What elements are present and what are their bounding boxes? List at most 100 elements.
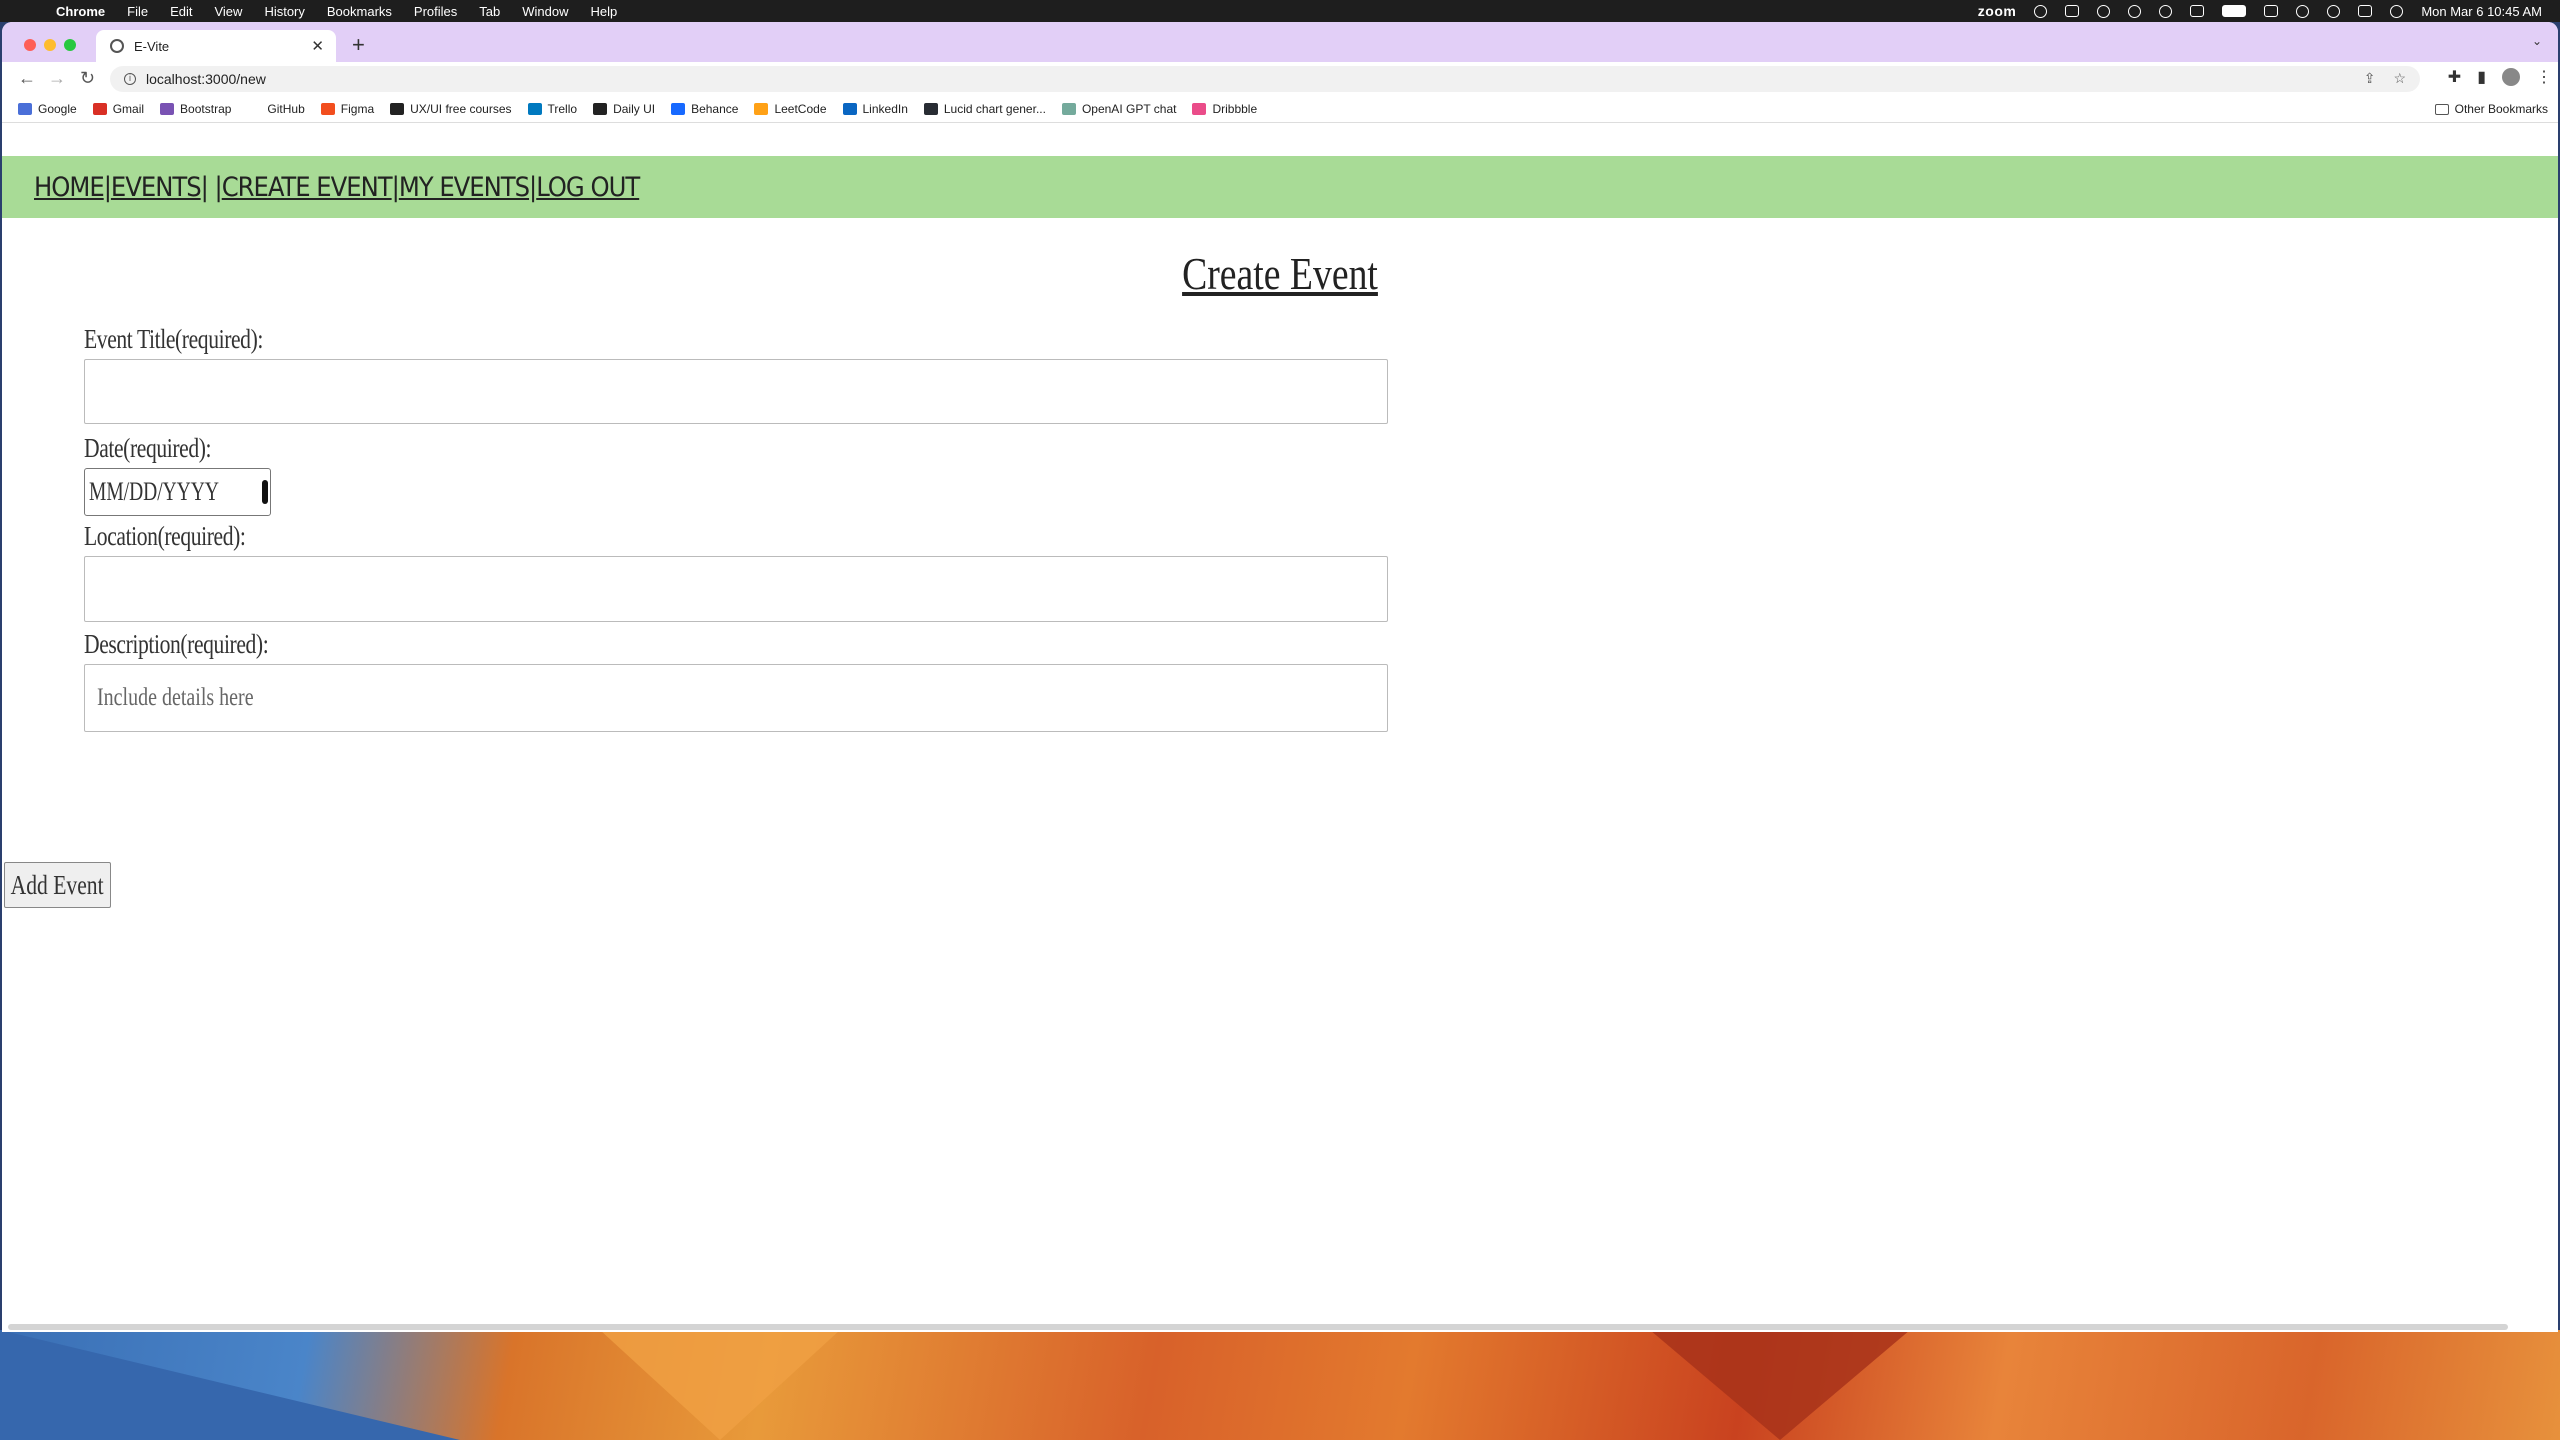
bookmark-label: LeetCode — [774, 102, 827, 116]
nav-link-log-out[interactable]: LOG OUT — [536, 172, 640, 203]
side-panel-icon[interactable]: ▮ — [2477, 67, 2486, 87]
description-placeholder: Include details here — [97, 684, 254, 711]
bookmark-item[interactable]: UX/UI free courses — [390, 102, 512, 116]
tools-icon[interactable] — [2065, 5, 2080, 17]
bookmark-item[interactable]: OpenAI GPT chat — [1061, 102, 1177, 116]
tab-search-chevron-icon[interactable]: ⌄ — [2532, 34, 2542, 48]
bookmark-item[interactable]: GitHub — [247, 102, 305, 116]
menu-help[interactable]: Help — [591, 4, 618, 19]
other-bookmarks[interactable]: Other Bookmarks — [2434, 102, 2548, 116]
event-title-input[interactable] — [84, 359, 1388, 424]
time-machine-icon[interactable] — [2097, 4, 2111, 18]
kebab-menu-icon[interactable]: ⋮ — [2536, 67, 2552, 87]
url-text[interactable]: localhost:3000/new — [146, 71, 266, 87]
add-event-button[interactable]: Add Event — [4, 862, 111, 908]
bookmark-favicon-icon — [1192, 103, 1207, 115]
bluetooth-icon[interactable] — [2190, 5, 2205, 17]
profile-avatar[interactable] — [2502, 68, 2520, 86]
menu-file[interactable]: File — [127, 4, 148, 19]
location-input[interactable] — [84, 556, 1388, 622]
close-tab-icon[interactable]: ✕ — [311, 37, 324, 55]
nav-link-home[interactable]: HOME — [34, 172, 105, 203]
reload-icon[interactable]: ↻ — [80, 68, 95, 89]
bookmark-favicon-icon — [1061, 103, 1076, 115]
nav-link-events[interactable]: EVENTS — [111, 172, 202, 203]
tab-title: E-Vite — [134, 38, 170, 54]
bookmark-label: OpenAI GPT chat — [1081, 102, 1177, 116]
menu-window[interactable]: Window — [522, 4, 568, 19]
event-title-label: Event Title(required): — [84, 324, 263, 354]
zoom-status[interactable]: zoom — [1978, 3, 2017, 19]
bookmark-label: Daily UI — [613, 102, 656, 116]
bookmark-label: Figma — [340, 102, 375, 116]
bookmark-item[interactable]: Figma — [320, 102, 375, 116]
site-info-icon[interactable]: i — [124, 73, 136, 85]
creative-cloud-icon[interactable] — [2034, 4, 2048, 18]
bookmark-item[interactable]: Behance — [671, 102, 738, 116]
bookmark-label: Dribbble — [1212, 102, 1258, 116]
create-event-form: Event Title(required): Date(required): m… — [84, 319, 1394, 732]
bookmark-item[interactable]: Trello — [527, 102, 578, 116]
new-tab-icon[interactable]: + — [352, 32, 365, 58]
bookmark-item[interactable]: LeetCode — [754, 102, 827, 116]
date-placeholder: mm/dd/yyyy — [89, 477, 220, 506]
web-page: HOME | EVENTS | | CREATE EVENT | MY EVENTS | LOG… — [2, 123, 2558, 1332]
bookmark-item[interactable]: Bootstrap — [160, 102, 231, 116]
bookmark-favicon-icon — [923, 103, 938, 115]
bookmark-favicon-icon — [842, 103, 857, 115]
bookmark-item[interactable]: LinkedIn — [842, 102, 908, 116]
close-window-button[interactable] — [24, 39, 36, 51]
wallpaper-shape — [600, 1330, 840, 1440]
menu-edit[interactable]: Edit — [170, 4, 192, 19]
bookmark-item[interactable]: Google — [18, 102, 77, 116]
bookmark-favicon-icon — [247, 103, 262, 115]
back-arrow-icon[interactable]: ← — [18, 68, 36, 89]
bookmark-label: Trello — [547, 102, 578, 116]
menu-clock[interactable]: Mon Mar 6 10:45 AM — [2421, 4, 2542, 19]
browser-tab-active[interactable]: E-Vite ✕ — [96, 30, 336, 62]
date-input[interactable]: mm/dd/yyyy — [84, 468, 271, 516]
bookmark-item[interactable]: Lucid chart gener... — [923, 102, 1046, 116]
bookmark-favicon-icon — [92, 103, 107, 115]
user-icon[interactable] — [2159, 4, 2173, 18]
menu-view[interactable]: View — [214, 4, 242, 19]
horizontal-scrollbar[interactable] — [8, 1324, 2508, 1330]
bookmark-label: LinkedIn — [862, 102, 908, 116]
battery-icon[interactable] — [2222, 5, 2247, 17]
bookmark-favicon-icon — [527, 103, 542, 115]
maximize-window-button[interactable] — [64, 39, 76, 51]
control-center-icon[interactable] — [2358, 5, 2373, 17]
menu-tab[interactable]: Tab — [479, 4, 500, 19]
nav-link-create-event[interactable]: CREATE EVENT — [222, 172, 393, 203]
description-input[interactable]: Include details here — [84, 664, 1388, 732]
bookmark-label: Lucid chart gener... — [943, 102, 1046, 116]
siri-icon[interactable] — [2390, 4, 2404, 18]
bookmark-favicon-icon — [160, 103, 175, 115]
share-icon[interactable]: ⇪ — [2364, 70, 2376, 87]
extensions-puzzle-icon[interactable]: ✚ — [2448, 67, 2461, 87]
menu-bookmarks[interactable]: Bookmarks — [327, 4, 392, 19]
page-title: Create Event — [1182, 248, 1378, 299]
play-icon[interactable] — [2128, 4, 2142, 18]
calendar-icon[interactable] — [262, 480, 269, 504]
address-bar[interactable]: i localhost:3000/new ⇪ ☆ — [110, 66, 2420, 92]
nav-link-my-events[interactable]: MY EVENTS — [399, 172, 530, 203]
bookmark-label: Behance — [691, 102, 739, 116]
menu-profiles[interactable]: Profiles — [414, 4, 457, 19]
bookmark-star-icon[interactable]: ☆ — [2393, 70, 2406, 87]
display-icon[interactable] — [2264, 5, 2279, 17]
bookmark-item[interactable]: Daily UI — [593, 102, 655, 116]
menu-history[interactable]: History — [264, 4, 304, 19]
spotlight-icon[interactable] — [2327, 4, 2341, 18]
bookmark-item[interactable]: Dribbble — [1192, 102, 1257, 116]
menu-app-name[interactable]: Chrome — [56, 4, 105, 19]
wifi-icon[interactable] — [2296, 4, 2310, 18]
bookmark-favicon-icon — [390, 103, 405, 115]
bookmark-favicon-icon — [320, 103, 335, 115]
forward-arrow-icon[interactable]: → — [48, 68, 66, 89]
menu-bar-status: zoom Mon Mar 6 10:45 AM — [1978, 0, 2542, 22]
bookmark-label: Gmail — [112, 102, 145, 116]
browser-toolbar: ← → ↻ i localhost:3000/new ⇪ ☆ ✚ ▮ ⋮ — [2, 62, 2558, 96]
bookmark-item[interactable]: Gmail — [92, 102, 145, 116]
minimize-window-button[interactable] — [44, 39, 56, 51]
